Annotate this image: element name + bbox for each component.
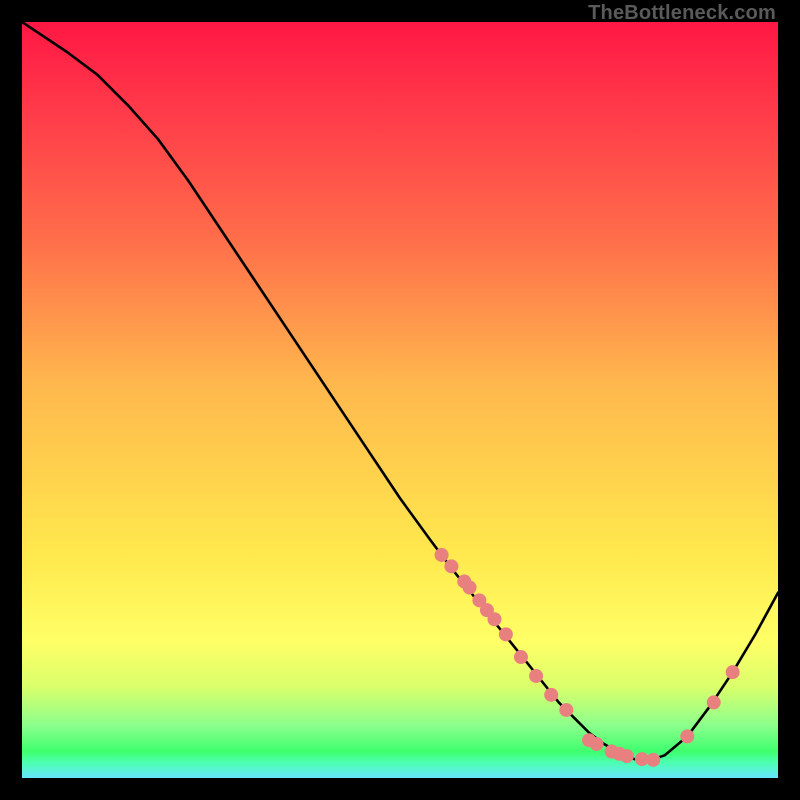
scatter-points — [435, 548, 740, 767]
bottleneck-curve-chart — [22, 22, 778, 778]
chart-area — [22, 22, 778, 778]
data-point — [514, 650, 528, 664]
data-point — [559, 703, 573, 717]
data-point — [590, 737, 604, 751]
data-point — [646, 753, 660, 767]
data-point — [544, 688, 558, 702]
data-point — [499, 627, 513, 641]
data-point — [620, 749, 634, 763]
bottleneck-curve — [22, 22, 778, 761]
data-point — [529, 669, 543, 683]
data-point — [435, 548, 449, 562]
data-point — [707, 695, 721, 709]
data-point — [680, 729, 694, 743]
data-point — [726, 665, 740, 679]
data-point — [463, 580, 477, 594]
data-point — [488, 612, 502, 626]
watermark-label: TheBottleneck.com — [588, 2, 776, 25]
data-point — [444, 559, 458, 573]
